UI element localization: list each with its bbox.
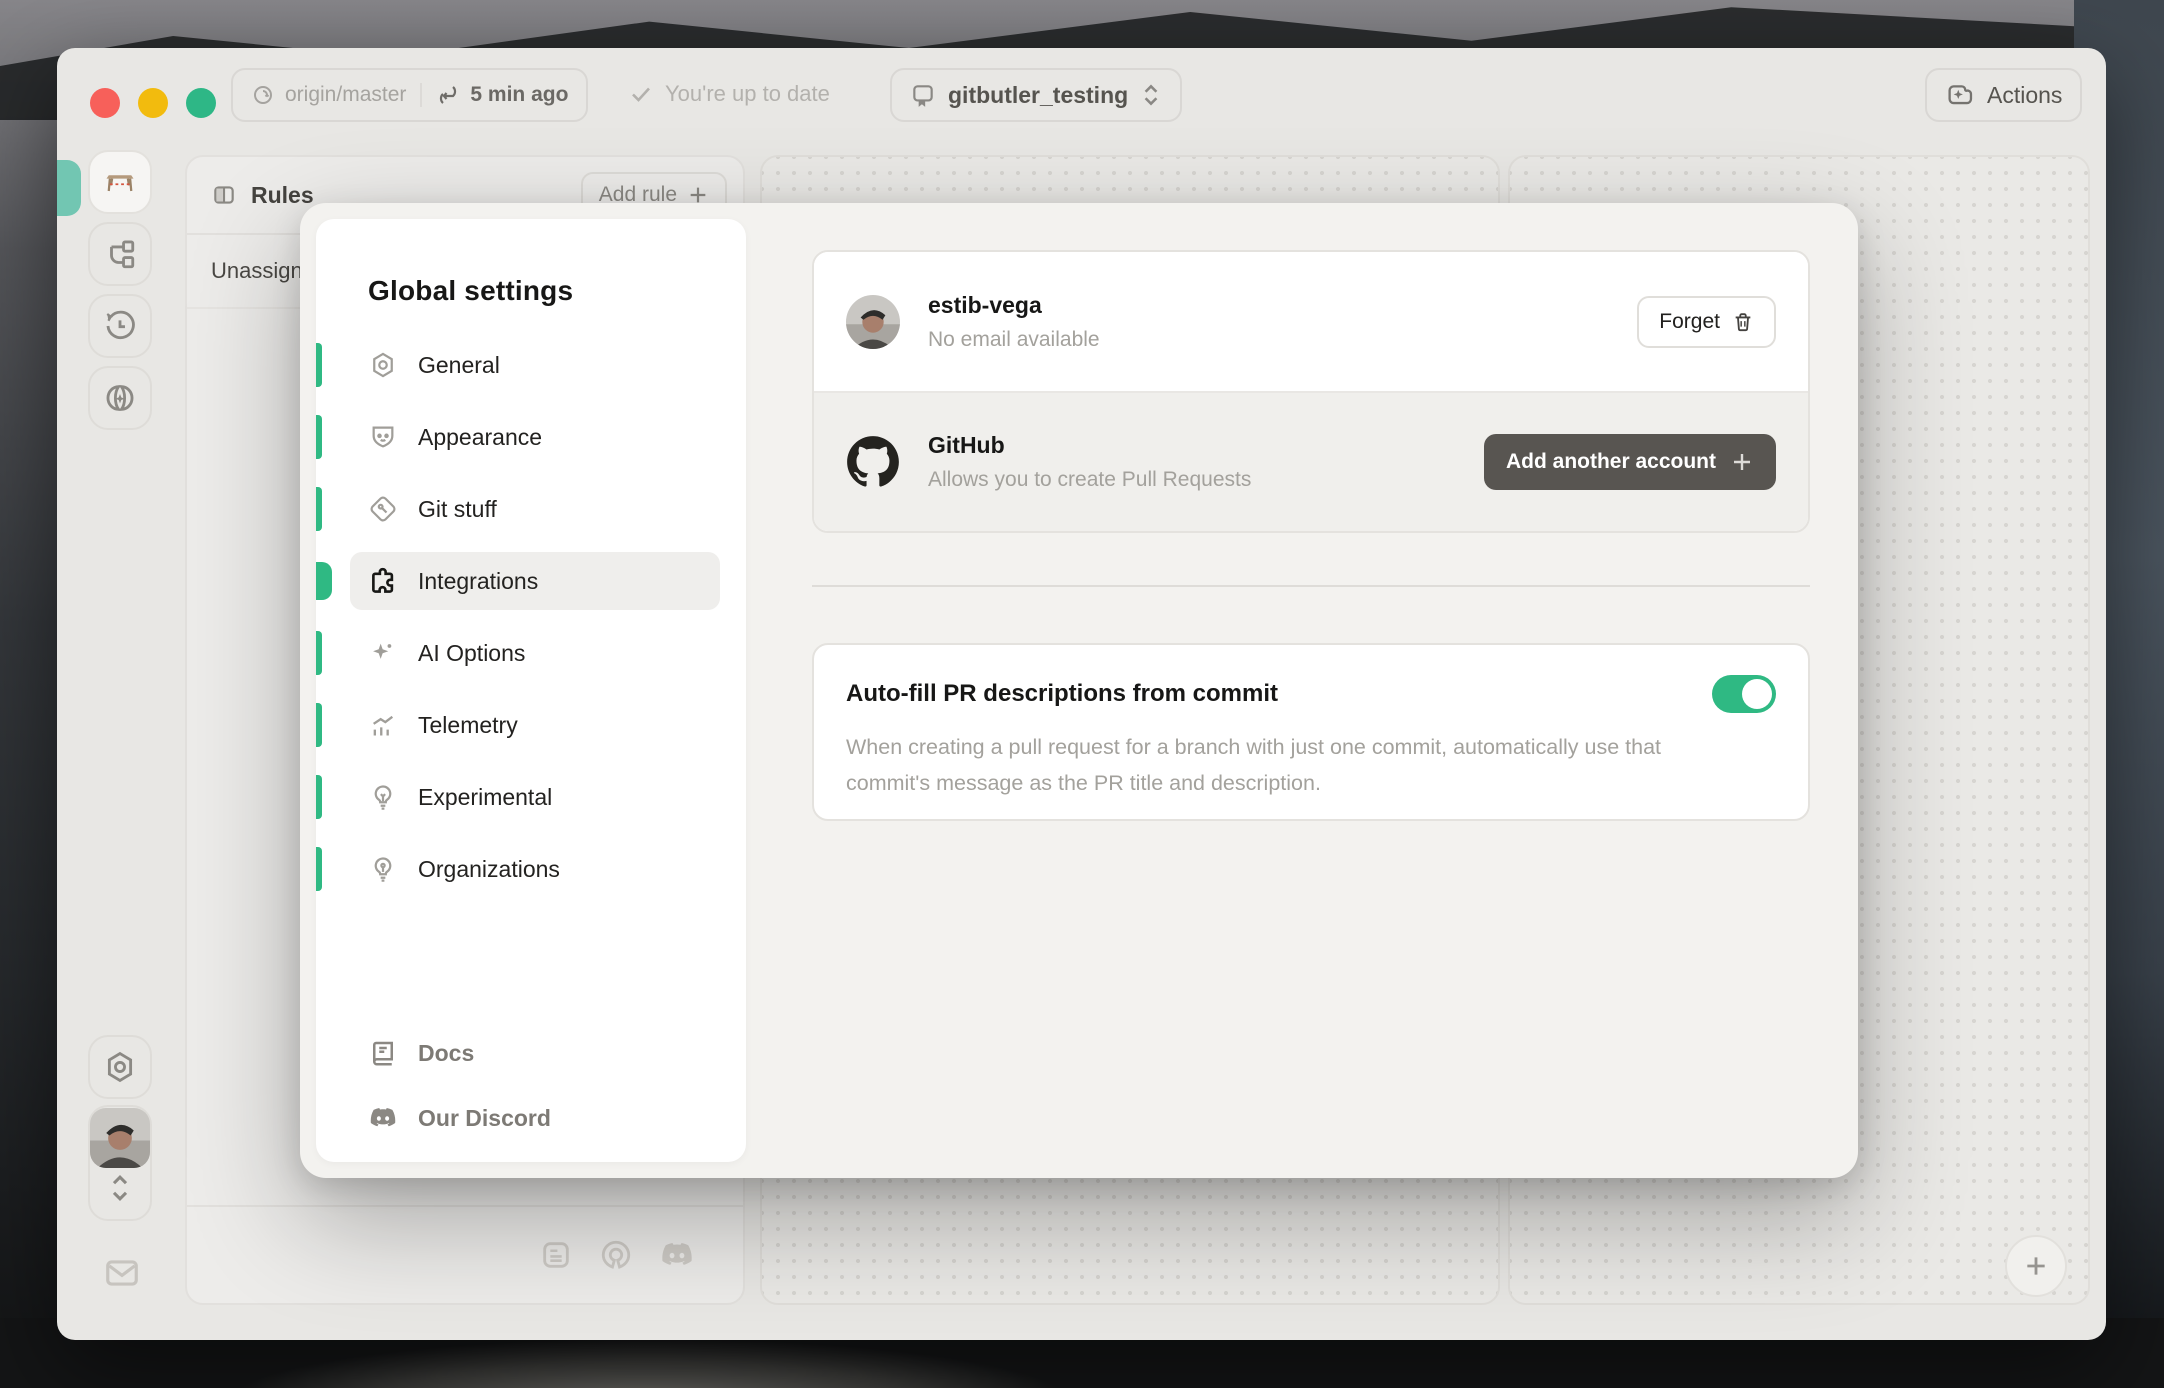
- lightbulb-icon: [368, 782, 398, 812]
- autofill-description: When creating a pull request for a branc…: [846, 729, 1686, 801]
- nav-item-telemetry[interactable]: Telemetry: [350, 696, 720, 754]
- feedback-button[interactable]: [100, 1251, 144, 1295]
- news-icon[interactable]: [539, 1238, 573, 1272]
- rules-panel-footer: [187, 1205, 743, 1303]
- minimize-button[interactable]: [138, 88, 168, 118]
- ai-view-button[interactable]: [88, 366, 152, 430]
- workspace-view-button[interactable]: [88, 150, 152, 214]
- notification-tab[interactable]: [57, 160, 81, 216]
- chevron-updown-icon: [1140, 82, 1162, 108]
- hexagon-gear-icon: [368, 350, 398, 380]
- branches-view-button[interactable]: [88, 222, 152, 286]
- add-account-button[interactable]: Add another account: [1484, 434, 1776, 490]
- avatar: [90, 1108, 150, 1168]
- repo-bookmark-icon: [910, 82, 936, 108]
- ai-icon: [103, 381, 137, 415]
- accounts-card: estib-vega No email available Forget Git…: [812, 250, 1810, 533]
- autofill-title: Auto-fill PR descriptions from commit: [846, 680, 1278, 708]
- global-settings-modal: Global settings General Appearance Git s…: [300, 203, 1858, 1178]
- rules-icon: [211, 182, 237, 208]
- actions-button[interactable]: Actions: [1925, 68, 2082, 122]
- nav-item-experimental[interactable]: Experimental: [350, 768, 720, 826]
- trash-icon: [1732, 311, 1754, 333]
- mask-icon: [368, 422, 398, 452]
- rules-title: Rules: [251, 182, 314, 209]
- github-logo-icon: [846, 435, 900, 489]
- avatar: [846, 295, 900, 349]
- plus-icon: [2023, 1253, 2049, 1279]
- actions-sparkle-icon: [1945, 80, 1975, 110]
- fetch-time: 5 min ago: [470, 83, 568, 107]
- nav-item-organizations[interactable]: Organizations: [350, 840, 720, 898]
- traffic-lights: [90, 88, 216, 118]
- chart-icon: [368, 710, 398, 740]
- zoom-button[interactable]: [186, 88, 216, 118]
- check-icon: [629, 82, 653, 106]
- pill-divider: [420, 83, 422, 107]
- github-description: Allows you to create Pull Requests: [928, 468, 1251, 492]
- forget-button[interactable]: Forget: [1637, 296, 1776, 348]
- chevron-updown-icon: [108, 1168, 132, 1208]
- workbench-icon: [102, 164, 138, 200]
- nav-item-appearance[interactable]: Appearance: [350, 408, 720, 466]
- close-button[interactable]: [90, 88, 120, 118]
- profile-switcher[interactable]: [88, 1105, 152, 1221]
- git-diamond-icon: [368, 494, 398, 524]
- sparkle-icon: [368, 638, 398, 668]
- account-row: estib-vega No email available Forget: [814, 252, 1808, 393]
- discord-link[interactable]: Our Discord: [350, 1090, 720, 1146]
- section-divider: [812, 585, 1810, 587]
- nav-item-integrations[interactable]: Integrations: [350, 552, 720, 610]
- sync-status-text: You're up to date: [665, 81, 830, 107]
- plus-icon: [1730, 450, 1754, 474]
- account-name: estib-vega: [928, 292, 1100, 319]
- lightbulb-icon: [368, 854, 398, 884]
- nav-item-ai-options[interactable]: AI Options: [350, 624, 720, 682]
- autofill-toggle[interactable]: [1712, 675, 1776, 713]
- account-email-status: No email available: [928, 328, 1100, 352]
- add-lane-button[interactable]: [2005, 1235, 2067, 1297]
- discord-icon[interactable]: [659, 1237, 695, 1273]
- history-icon: [103, 309, 137, 343]
- nav-item-git-stuff[interactable]: Git stuff: [350, 480, 720, 538]
- history-view-button[interactable]: [88, 294, 152, 358]
- settings-button[interactable]: [88, 1035, 152, 1099]
- modal-title: Global settings: [368, 275, 573, 307]
- project-select[interactable]: gitbutler_testing: [890, 68, 1182, 122]
- book-icon: [368, 1038, 398, 1068]
- settings-content: estib-vega No email available Forget Git…: [812, 203, 1810, 1178]
- discord-icon: [368, 1103, 398, 1133]
- puzzle-icon: [368, 566, 398, 596]
- branches-icon: [103, 237, 137, 271]
- fetch-icon: [436, 83, 460, 107]
- mail-icon: [103, 1254, 141, 1292]
- github-row: GitHub Allows you to create Pull Request…: [814, 393, 1808, 531]
- remote-icon: [251, 83, 275, 107]
- autofill-card: Auto-fill PR descriptions from commit Wh…: [812, 643, 1810, 821]
- github-title: GitHub: [928, 432, 1251, 459]
- settings-nav: Global settings General Appearance Git s…: [316, 219, 746, 1162]
- branch-status-pill[interactable]: origin/master 5 min ago: [231, 68, 588, 122]
- open-source-icon[interactable]: [599, 1238, 633, 1272]
- branch-name: origin/master: [285, 83, 406, 107]
- nav-item-general[interactable]: General: [350, 336, 720, 394]
- actions-label: Actions: [1987, 82, 2062, 109]
- sync-status: You're up to date: [629, 81, 830, 107]
- gear-hexagon-icon: [103, 1050, 137, 1084]
- docs-link[interactable]: Docs: [350, 1025, 720, 1081]
- project-name: gitbutler_testing: [948, 82, 1128, 109]
- app-window: origin/master 5 min ago You're up to dat…: [57, 48, 2106, 1340]
